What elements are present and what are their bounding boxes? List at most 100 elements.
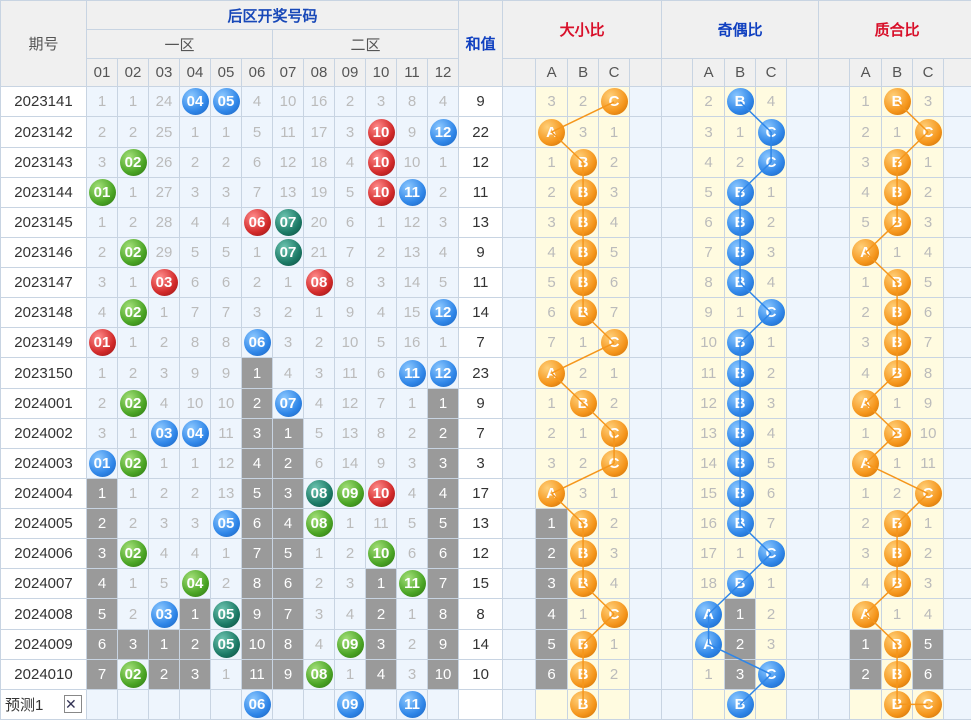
ratio-marker: A <box>538 480 566 508</box>
group-spacer <box>502 357 537 389</box>
ratio-cell: A <box>849 598 883 630</box>
number-cell: 5 <box>86 598 118 630</box>
ratio-cell: 4 <box>692 146 726 178</box>
group-spacer <box>661 658 694 690</box>
number-cell: 13 <box>334 417 366 449</box>
sum-cell: 13 <box>458 206 504 238</box>
number-cell: 16 <box>396 327 428 359</box>
number-cell: 4 <box>365 297 397 329</box>
number-cell: 2 <box>241 267 273 299</box>
ratio-cell: B <box>724 387 757 419</box>
ratio-cell: B <box>567 297 600 329</box>
ratio-cell: 3 <box>535 568 569 600</box>
col-header-04: 04 <box>179 58 211 88</box>
drawn-number-ball: 08 <box>305 269 333 297</box>
predicted-number-ball[interactable]: 06 <box>243 690 271 718</box>
group-spacer <box>502 568 537 600</box>
drawn-number-ball: 08 <box>305 510 333 538</box>
group-spacer <box>786 58 820 88</box>
group-spacer <box>502 387 537 419</box>
ratio-cell: 6 <box>598 267 631 299</box>
group-spacer <box>818 357 851 389</box>
number-cell: 4 <box>210 206 242 238</box>
ratio-cell: 1 <box>881 447 914 479</box>
number-cell: 3 <box>210 176 242 208</box>
group-spacer <box>786 327 820 359</box>
number-cell: 04 <box>179 86 211 118</box>
ratio-cell: B <box>881 327 914 359</box>
ratio-cell: B <box>567 508 600 540</box>
ratio-cell: 2 <box>849 508 883 540</box>
group-spacer <box>943 206 971 238</box>
predicted-number-ball[interactable]: 09 <box>336 690 364 718</box>
ratio-cell: 2 <box>849 297 883 329</box>
group-spacer <box>502 658 537 690</box>
predicted-ratio-marker[interactable]: B <box>569 690 597 718</box>
group-spacer <box>943 508 971 540</box>
predicted-ratio-marker[interactable]: B <box>883 690 911 718</box>
predict-label-cell: 预测1 ✕ <box>0 688 87 720</box>
ratio-cell: 1 <box>912 146 945 178</box>
zone2-header: 二区 <box>271 29 460 60</box>
number-cell: 9 <box>396 116 428 148</box>
ratio-marker: B <box>569 540 597 568</box>
period-cell: 2023147 <box>0 267 87 299</box>
table-row: 2024002 3 1 03 04 11 3 1 5 13 8 2 2 7 2 1 C 13 B 4 1 B 10 <box>0 417 971 449</box>
drawn-number-ball: 02 <box>119 449 147 477</box>
sum-header: 和值 <box>458 0 504 88</box>
group-spacer <box>502 688 537 720</box>
ratio-cell: 7 <box>755 508 788 540</box>
number-cell: 2 <box>86 387 118 419</box>
number-cell: 6 <box>241 146 273 178</box>
ratio-marker: B <box>569 148 597 176</box>
ratio-cell: 3 <box>598 176 631 208</box>
ratio-cell: 1 <box>535 146 569 178</box>
number-cell: 2 <box>303 327 335 359</box>
predicted-ratio-marker[interactable]: C <box>914 690 942 718</box>
ratio-cell: 2 <box>535 417 569 449</box>
predicted-number-ball[interactable]: 11 <box>398 690 426 718</box>
group-spacer <box>943 176 971 208</box>
period-cell: 2024010 <box>0 658 87 690</box>
group-spacer <box>786 658 820 690</box>
ratio-header-pr-C: C <box>912 58 945 88</box>
col-header-05: 05 <box>210 58 242 88</box>
ratio-cell: 1 <box>849 417 883 449</box>
period-cell: 2024005 <box>0 508 87 540</box>
col-header-06: 06 <box>241 58 273 88</box>
number-cell: 2 <box>426 176 460 208</box>
number-cell: 02 <box>117 297 149 329</box>
table-row: 2024010 7 02 2 3 1 11 9 08 1 4 3 10 10 6 B 2 1 3 C 2 B 6 <box>0 658 971 690</box>
number-cell: 02 <box>117 658 149 690</box>
number-cell: 4 <box>86 568 118 600</box>
predicted-ratio-marker[interactable]: B <box>726 690 754 718</box>
ratio-cell: A <box>849 387 883 419</box>
ratio-cell: B <box>567 568 600 600</box>
number-cell: 1 <box>396 598 428 630</box>
ratio-cell: 5 <box>755 447 788 479</box>
number-cell: 1 <box>365 568 397 600</box>
ratio-cell: 1 <box>598 477 631 510</box>
close-predict-button[interactable]: ✕ <box>64 694 82 713</box>
group-spacer <box>786 357 820 389</box>
number-cell: 1 <box>426 146 460 178</box>
number-cell: 11 <box>241 658 273 690</box>
sum-cell: 14 <box>458 297 504 329</box>
number-cell: 2 <box>396 417 428 449</box>
ratio-cell: 9 <box>912 387 945 419</box>
ratio-cell: A <box>849 447 883 479</box>
group-spacer <box>661 477 694 510</box>
drawn-number-ball: 05 <box>212 600 240 628</box>
group-spacer <box>786 176 820 208</box>
number-cell: 4 <box>241 447 273 479</box>
draw-numbers-header: 后区开奖号码 <box>85 0 460 31</box>
number-cell: 01 <box>86 176 118 208</box>
number-cell: 9 <box>210 357 242 389</box>
group-spacer <box>786 387 820 419</box>
number-cell: 10 <box>365 477 397 510</box>
predict-ratio-cell: B <box>567 688 600 720</box>
table-row: 2024008 5 2 03 1 05 9 7 3 4 2 1 8 8 4 1 C A 1 2 A 1 4 <box>0 598 971 630</box>
ratio-header-bs-C: C <box>598 58 631 88</box>
ratio-cell: A <box>692 628 726 660</box>
ratio-cell: C <box>598 417 631 449</box>
